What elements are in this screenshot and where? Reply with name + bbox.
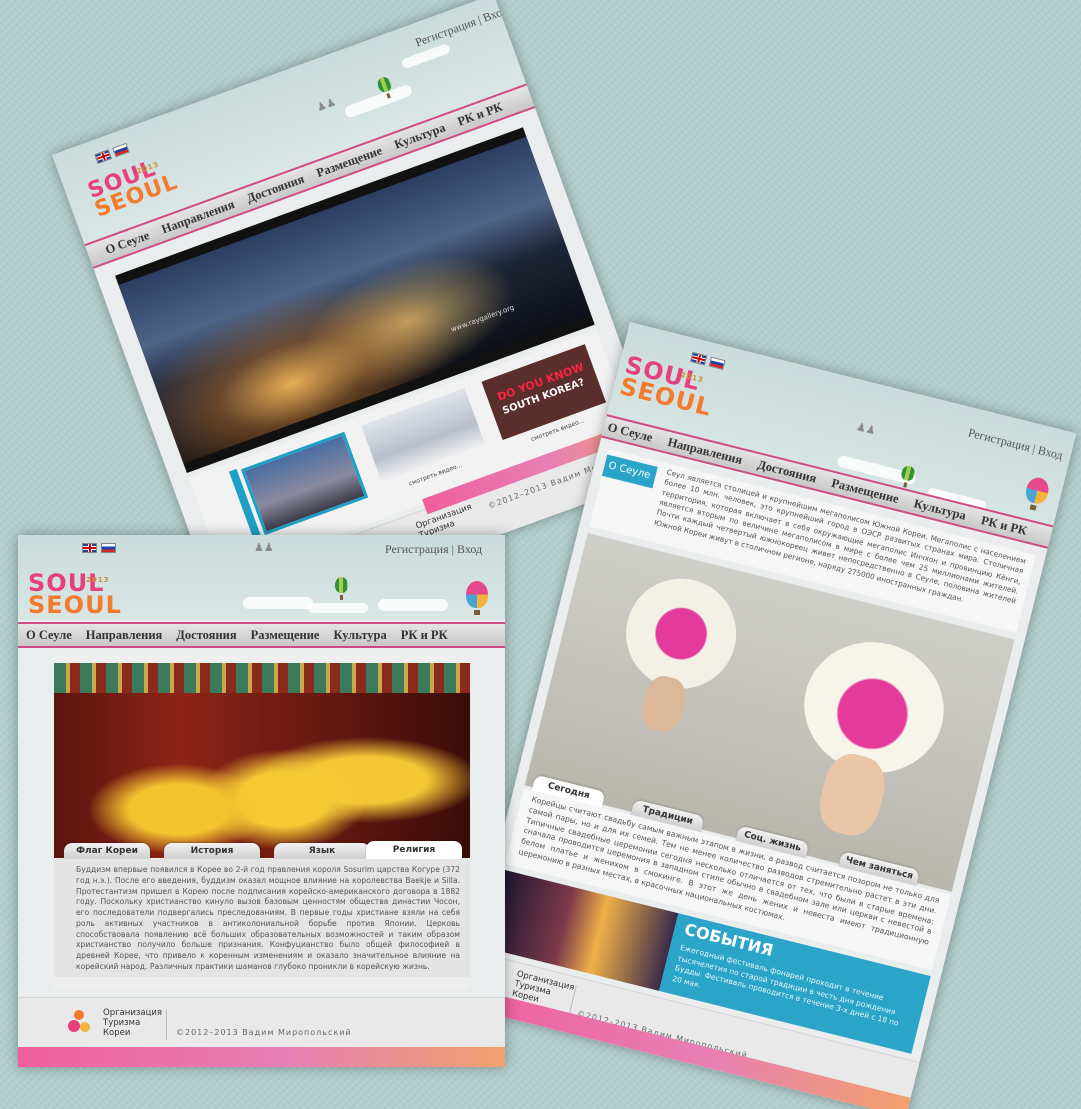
kto-logo-icon	[68, 1010, 96, 1038]
golden-buddha-photo	[54, 663, 470, 858]
balloon-small-icon	[335, 577, 348, 600]
register-link[interactable]: Регистрация	[385, 542, 449, 556]
people-icon: ♟♟	[254, 542, 274, 554]
soul-seoul-logo[interactable]: SOUL SEOUL 2013	[28, 571, 122, 619]
nav-rk[interactable]: РК и РК	[401, 628, 448, 643]
nav-heritage[interactable]: Достояния	[176, 628, 236, 643]
tab-text: Буддизм впервые появился в Корее во 2-й …	[76, 865, 460, 972]
ru-flag-icon[interactable]	[101, 543, 116, 553]
nav-about-seoul[interactable]: О Сеуле	[26, 628, 72, 643]
kto-org-text: Организация Туризма Кореи	[103, 1008, 162, 1039]
tab-content: Буддизм впервые появился в Корее во 2-й …	[54, 859, 470, 977]
page-preview-culture: Регистрация | Вход SOUL SEOUL 2013 ♟♟ О …	[18, 535, 505, 1067]
auth-links: Регистрация | Вход	[385, 542, 482, 557]
cloud	[243, 597, 313, 609]
login-link[interactable]: Вход	[457, 542, 482, 556]
tab-religion[interactable]: Религия	[366, 841, 462, 859]
cloud	[308, 603, 368, 613]
nav-about-seoul[interactable]: О Сеуле	[606, 420, 654, 446]
cloud	[378, 599, 448, 611]
nav-rk[interactable]: РК и РК	[980, 513, 1029, 539]
video-thumb-bridge[interactable]	[240, 431, 369, 536]
balloon-icon	[466, 581, 488, 615]
section-badge: О Сеуле	[601, 454, 658, 489]
gb-flag-icon[interactable]	[82, 543, 97, 553]
nav-accommodation[interactable]: Размещение	[251, 628, 320, 643]
main-nav: О Сеуле Направления Достояния Размещение…	[18, 622, 505, 648]
tab-korea-flag[interactable]: Флаг Кореи	[64, 843, 150, 859]
bottom-gradient-strip	[18, 1047, 505, 1067]
logo-line2: SEOUL	[28, 590, 122, 619]
copyright: ©2012–2013 Вадим Миропольский	[176, 1028, 352, 1037]
tab-language[interactable]: Язык	[274, 843, 370, 859]
auth-separator: |	[451, 542, 454, 556]
language-switcher[interactable]	[82, 543, 116, 553]
logo-year: 2013	[86, 576, 110, 584]
tab-history[interactable]: История	[164, 843, 260, 859]
nav-culture[interactable]: Культура	[333, 628, 386, 643]
nav-directions[interactable]: Направления	[86, 628, 163, 643]
